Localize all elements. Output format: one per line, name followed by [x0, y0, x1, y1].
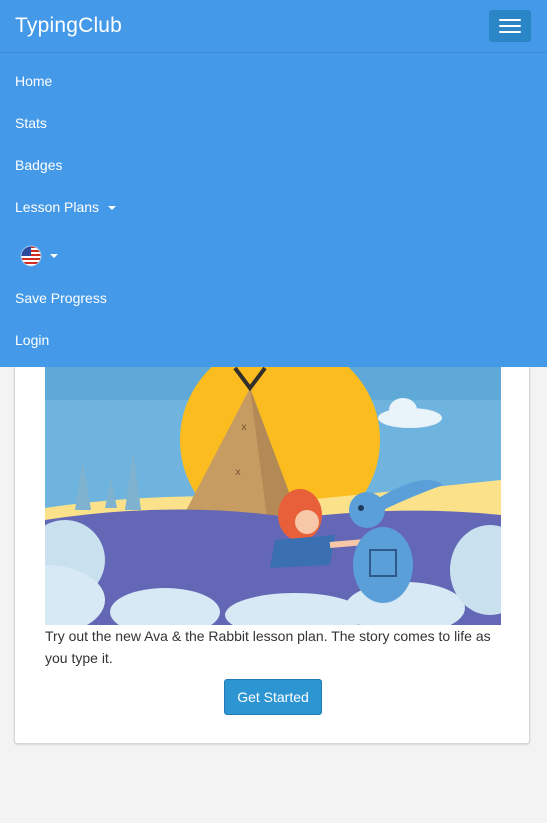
nav-item-save-progress[interactable]: Save Progress [15, 290, 107, 306]
menu-toggle-button[interactable] [489, 10, 531, 42]
svg-text:x: x [241, 422, 247, 433]
nav-item-home[interactable]: Home [15, 73, 52, 89]
nav-item-login[interactable]: Login [15, 332, 49, 348]
caret-down-icon [107, 206, 116, 211]
get-started-button[interactable]: Get Started [224, 679, 322, 715]
nav-item-lesson-plans[interactable]: Lesson Plans [15, 199, 116, 215]
caret-down-icon [50, 254, 58, 258]
brand-logo[interactable]: TypingClub [15, 14, 122, 38]
hamburger-icon [499, 19, 521, 21]
language-selector[interactable] [20, 245, 58, 267]
promo-description: Try out the new Ava & the Rabbit lesson … [45, 628, 491, 666]
us-flag-icon [20, 245, 42, 267]
navbar: TypingClub Home Stats Badges Lesson Plan… [0, 0, 547, 367]
nav-item-badges[interactable]: Badges [15, 157, 62, 173]
navbar-divider [0, 52, 547, 53]
svg-text:x: x [235, 467, 241, 478]
nav-item-stats[interactable]: Stats [15, 115, 47, 131]
ava-rabbit-illustration: x x x [45, 340, 501, 625]
